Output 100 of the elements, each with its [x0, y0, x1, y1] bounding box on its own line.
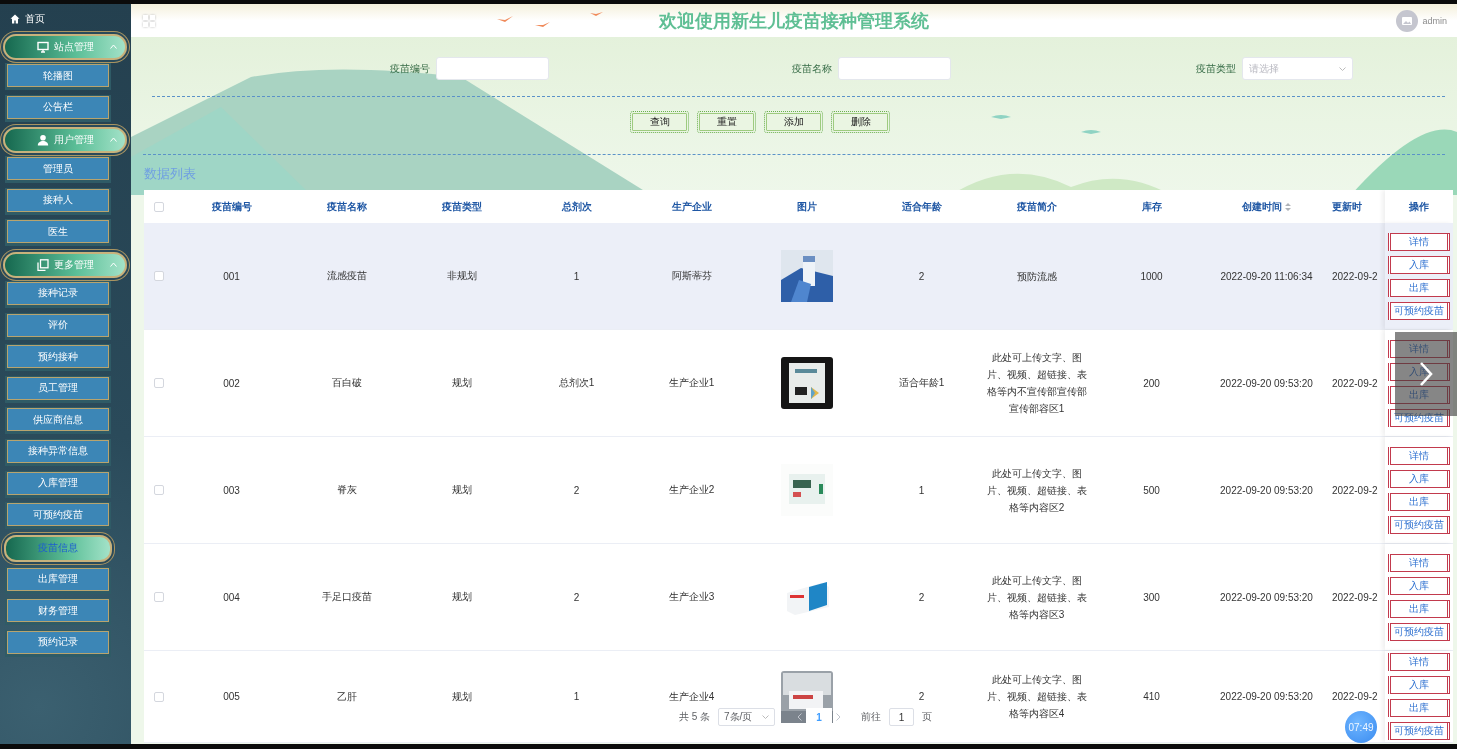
table-cell: 脊灰 [336, 483, 357, 497]
table-cell: 总剂次1 [558, 376, 595, 390]
row-action-button[interactable]: 入库 [1388, 469, 1450, 488]
row-action-button[interactable]: 可预约疫苗 [1388, 622, 1450, 641]
copy-icon [36, 258, 49, 271]
menu-group-header[interactable]: 更多管理 [3, 251, 127, 278]
action-button[interactable]: 删除 [833, 113, 888, 131]
column-header: 库存 [1141, 199, 1162, 214]
table-cell: 200 [1143, 377, 1160, 389]
menu-group-header[interactable]: 站点管理 [3, 34, 127, 60]
select-field[interactable]: 请选择 [1242, 57, 1353, 80]
table-cell: 2022-09-2 [1332, 270, 1378, 282]
checkbox[interactable] [154, 691, 164, 702]
field-label: 疫苗名称 [792, 61, 832, 76]
menu-item[interactable]: 管理员 [7, 157, 109, 181]
table-cell: 005 [223, 691, 240, 702]
table-cell: 规划 [451, 376, 472, 390]
input-field[interactable] [838, 57, 951, 80]
checkbox[interactable] [154, 378, 164, 388]
goto-label: 前往 [861, 710, 882, 724]
row-action-button[interactable]: 详情 [1388, 446, 1450, 465]
checkbox[interactable] [154, 271, 164, 281]
page-button[interactable]: 1 [806, 708, 833, 726]
menu-item[interactable]: 可预约疫苗 [7, 503, 109, 527]
row-action-button[interactable]: 入库 [1388, 255, 1450, 274]
chevron-right-icon[interactable] [836, 713, 842, 721]
menu-group-header[interactable]: 用户管理 [3, 127, 127, 154]
table-cell: 300 [1143, 591, 1160, 603]
menu-item[interactable]: 供应商信息 [7, 408, 109, 432]
action-button[interactable]: 重置 [699, 113, 754, 131]
table-cell: 2022-09-2 [1332, 377, 1378, 389]
menu-item[interactable]: 公告栏 [7, 95, 109, 119]
table-cell: 001 [223, 270, 240, 282]
table-cell: 2 [918, 691, 925, 702]
table-cell: 004 [223, 591, 240, 603]
column-header: 总剂次 [561, 199, 592, 214]
row-action-button[interactable]: 可预约疫苗 [1388, 301, 1450, 320]
table-cell: 阿斯蒂芬 [671, 269, 712, 283]
menu-item[interactable]: 出库管理 [7, 567, 109, 591]
checkbox[interactable] [154, 201, 164, 212]
caret-icon [762, 715, 770, 719]
checkbox[interactable] [154, 592, 164, 602]
table-cell: 2 [573, 484, 580, 496]
row-action-button[interactable]: 出库 [1388, 385, 1450, 404]
chevron-left-icon[interactable] [797, 713, 803, 721]
column-header: 操作 [1409, 199, 1429, 214]
table-cell: 非规划 [446, 269, 477, 283]
column-header: 适合年龄 [901, 199, 942, 214]
row-action-button[interactable]: 出库 [1388, 492, 1450, 511]
column-header: 疫苗编号 [211, 199, 252, 214]
page-size-select[interactable]: 7条/页 [718, 708, 776, 726]
menu-item[interactable]: 员工管理 [7, 376, 109, 400]
table-cell: 2022-09-2 [1332, 691, 1378, 702]
menu-item[interactable]: 预约接种 [7, 345, 109, 369]
user-name: admin [1422, 15, 1447, 26]
row-action-button[interactable]: 出库 [1388, 599, 1450, 618]
row-action-button[interactable]: 可预约疫苗 [1388, 515, 1450, 534]
menu-item[interactable]: 疫苗信息 [4, 534, 112, 562]
row-action-button[interactable]: 详情 [1388, 553, 1450, 572]
menu-item[interactable]: 轮播图 [7, 64, 109, 87]
menu-item[interactable]: 接种人 [7, 188, 109, 212]
row-action-button[interactable]: 出库 [1388, 278, 1450, 297]
action-button[interactable]: 添加 [766, 113, 821, 131]
column-header: 图片 [796, 199, 817, 214]
description-text: 此处可上传文字、图片、视频、超链接、表格等内不宣传部宣传部宣传部容区1 [985, 351, 1088, 416]
table-cell: 2022-09-20 09:53:20 [1220, 484, 1313, 496]
input-field[interactable] [436, 57, 549, 80]
table-cell: 百白破 [331, 376, 362, 390]
app-title: 欢迎使用新生儿疫苗接种管理系统 [659, 10, 929, 33]
row-action-button[interactable]: 详情 [1388, 232, 1450, 251]
column-header: 更新时 [1332, 199, 1362, 214]
table-cell: 流感疫苗 [326, 269, 367, 283]
checkbox[interactable] [154, 485, 164, 495]
row-action-button[interactable]: 详情 [1388, 339, 1450, 358]
column-header: 疫苗名称 [326, 199, 367, 214]
table-cell: 1 [573, 270, 580, 282]
table-cell: 500 [1143, 484, 1160, 496]
menu-item[interactable]: 接种异常信息 [7, 439, 109, 463]
row-action-button[interactable]: 入库 [1388, 676, 1450, 694]
table-cell: 乙肝 [336, 689, 357, 704]
row-action-button[interactable]: 可预约疫苗 [1388, 722, 1450, 740]
page-suffix: 页 [922, 710, 933, 724]
home-link[interactable]: 首页 [0, 10, 45, 28]
menu-item[interactable]: 评价 [7, 313, 109, 337]
menu-item[interactable]: 财务管理 [7, 599, 109, 623]
row-action-button[interactable]: 详情 [1388, 653, 1450, 671]
menu-item[interactable]: 预约记录 [7, 630, 109, 654]
row-action-button[interactable]: 可预约疫苗 [1388, 408, 1450, 427]
menu-item[interactable]: 入库管理 [7, 471, 109, 495]
action-button[interactable]: 查询 [632, 113, 687, 131]
menu-item[interactable]: 医生 [7, 220, 109, 244]
table-cell: 2 [573, 591, 580, 603]
row-action-button[interactable]: 出库 [1388, 699, 1450, 717]
row-action-button[interactable]: 入库 [1388, 576, 1450, 595]
table-cell: 2022-09-20 11:06:34 [1220, 270, 1313, 282]
page-input[interactable]: 1 [889, 708, 915, 726]
table-cell: 2 [918, 591, 925, 603]
column-header: 疫苗简介 [1016, 199, 1057, 214]
table-cell: 2022-09-20 09:53:20 [1220, 691, 1313, 702]
menu-item[interactable]: 接种记录 [7, 281, 109, 305]
